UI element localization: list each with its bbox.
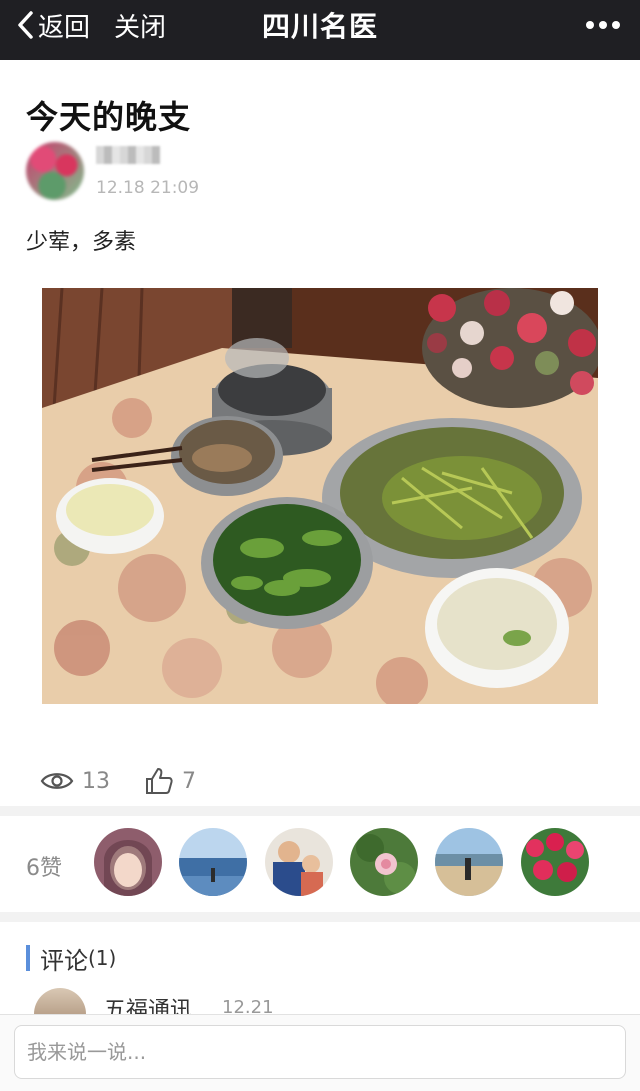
- page-title: 四川名医: [261, 10, 378, 43]
- liker-avatar[interactable]: [94, 828, 162, 896]
- back-button[interactable]: 返回: [16, 0, 90, 50]
- post-title: 今天的晚支: [26, 98, 192, 136]
- comment-input[interactable]: [14, 1025, 626, 1079]
- post-stats: 13 7: [40, 764, 230, 798]
- eye-icon: [40, 773, 74, 789]
- more-menu-button[interactable]: [581, 0, 620, 50]
- divider: [0, 806, 640, 816]
- comment-footer: [0, 1014, 640, 1091]
- author-name-blurred: [96, 146, 160, 164]
- views-stat: 13: [40, 769, 110, 794]
- liker-avatar[interactable]: [521, 828, 589, 896]
- comments-title: 评论: [40, 946, 88, 975]
- more-dots-icon: [581, 21, 620, 29]
- comments-heading: 评论 (1): [26, 942, 117, 975]
- post-body: 少荤，多素: [26, 230, 137, 255]
- author-avatar[interactable]: [26, 142, 84, 200]
- close-button[interactable]: 关闭: [114, 0, 166, 50]
- liker-avatar[interactable]: [435, 828, 503, 896]
- accent-bar: [26, 945, 30, 971]
- back-label: 返回: [38, 12, 91, 43]
- post-photo[interactable]: [42, 288, 598, 704]
- like-button[interactable]: 7: [144, 767, 196, 795]
- liker-avatar[interactable]: [350, 828, 418, 896]
- views-count: 13: [82, 768, 110, 794]
- liker-avatar[interactable]: [265, 828, 333, 896]
- nav-bar: 返回 关闭 四川名医: [0, 0, 640, 60]
- chevron-left-icon: [18, 11, 33, 39]
- likes-count: 7: [182, 768, 196, 794]
- likes-label: 6赞: [26, 856, 62, 881]
- comments-count: (1): [88, 946, 117, 970]
- liker-avatar[interactable]: [179, 828, 247, 896]
- post-time: 12.18 21:09: [96, 178, 200, 198]
- thumbs-up-icon: [146, 768, 173, 794]
- divider: [0, 912, 640, 922]
